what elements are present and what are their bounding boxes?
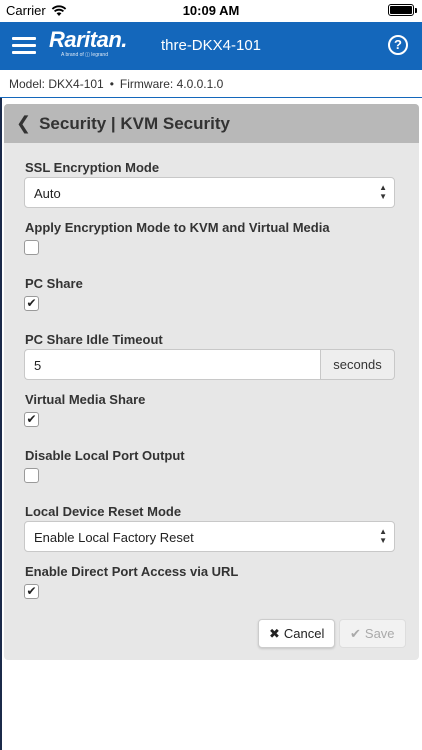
timeout-unit: seconds	[320, 349, 395, 380]
help-icon[interactable]: ?	[388, 35, 408, 55]
pc-share-timeout-group: 5 seconds	[24, 349, 395, 380]
disable-local-port-checkbox[interactable]	[24, 468, 39, 483]
device-info-bar: Model: DKX4-101 • Firmware: 4.0.0.1.0	[0, 70, 422, 98]
ssl-mode-select[interactable]: Auto ▲ ▼	[24, 177, 395, 208]
status-bar: Carrier 10:09 AM	[0, 0, 422, 22]
pc-share-label: PC Share	[25, 276, 83, 291]
select-arrows-icon: ▲ ▼	[379, 527, 387, 545]
separator: •	[109, 77, 114, 91]
brand-name: Raritan.	[49, 27, 127, 52]
ssl-mode-label: SSL Encryption Mode	[25, 160, 160, 175]
virtual-media-share-label: Virtual Media Share	[25, 392, 146, 407]
save-check-icon: ✔	[350, 626, 361, 641]
pc-share-timeout-label: PC Share Idle Timeout	[25, 332, 163, 347]
disable-local-port-label: Disable Local Port Output	[25, 448, 185, 463]
check-icon: ✔	[26, 296, 37, 310]
left-rule	[0, 98, 2, 750]
check-icon: ✔	[26, 412, 37, 426]
back-icon[interactable]: ❮	[16, 113, 31, 134]
cancel-icon: ✖	[269, 626, 280, 641]
check-icon: ✔	[26, 584, 37, 598]
ssl-mode-value: Auto	[34, 186, 61, 201]
pc-share-checkbox[interactable]: ✔	[24, 296, 39, 311]
virtual-media-share-checkbox[interactable]: ✔	[24, 412, 39, 427]
reset-mode-label: Local Device Reset Mode	[25, 504, 182, 519]
menu-icon[interactable]	[12, 37, 36, 55]
firmware-text: Firmware: 4.0.0.1.0	[119, 77, 224, 91]
save-button[interactable]: ✔ Save	[339, 619, 406, 648]
raritan-logo: Raritan. A brand of ◫ legrand	[49, 27, 127, 59]
battery-icon	[388, 4, 417, 16]
cancel-label: Cancel	[283, 626, 325, 641]
save-label: Save	[364, 626, 395, 641]
pc-share-timeout-input[interactable]: 5	[24, 349, 320, 380]
brand-subtitle: A brand of ◫ legrand	[61, 52, 108, 58]
apply-encryption-label: Apply Encryption Mode to KVM and Virtual…	[25, 220, 330, 235]
reset-mode-select[interactable]: Enable Local Factory Reset ▲ ▼	[24, 521, 395, 552]
app-header: Raritan. A brand of ◫ legrand thre-DKX4-…	[0, 22, 422, 70]
security-panel: ❮ Security | KVM Security SSL Encryption…	[4, 104, 419, 660]
cancel-button[interactable]: ✖ Cancel	[258, 619, 336, 648]
apply-encryption-checkbox[interactable]	[24, 240, 39, 255]
direct-port-access-checkbox[interactable]: ✔	[24, 584, 39, 599]
clock: 10:09 AM	[182, 3, 240, 18]
reset-mode-value: Enable Local Factory Reset	[34, 530, 194, 545]
direct-port-access-label: Enable Direct Port Access via URL	[25, 564, 239, 579]
panel-header: ❮ Security | KVM Security	[4, 104, 419, 143]
page-title: Security | KVM Security	[39, 113, 230, 133]
model-text: Model: DKX4-101	[9, 77, 104, 91]
select-arrows-icon: ▲ ▼	[379, 183, 387, 201]
